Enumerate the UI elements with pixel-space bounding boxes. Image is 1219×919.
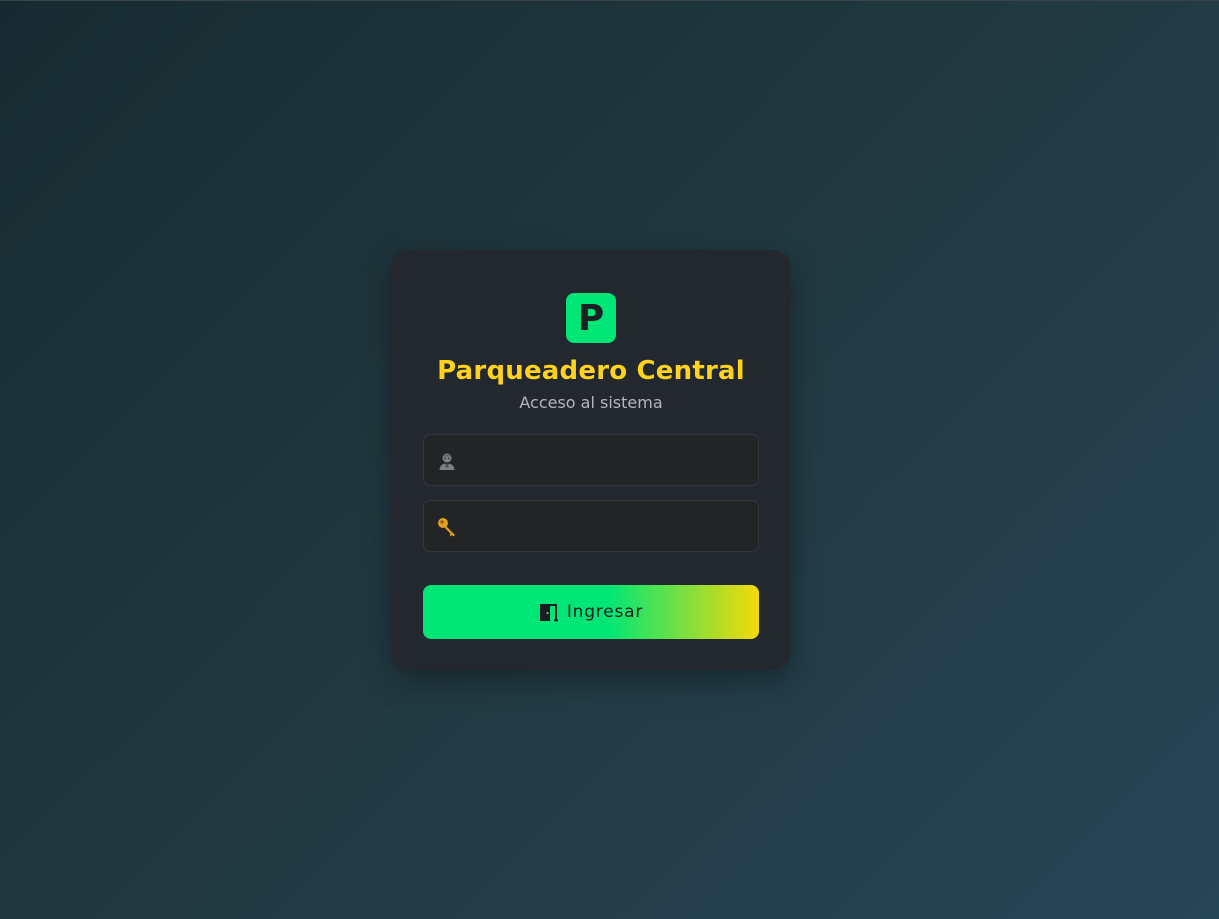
window-top-border	[0, 0, 1219, 1]
password-input[interactable]	[470, 501, 750, 551]
door-icon	[539, 602, 559, 622]
page-subtitle: Acceso al sistema	[519, 393, 663, 412]
page-title: Parqueadero Central	[437, 356, 745, 386]
login-button-label: Ingresar	[566, 602, 644, 622]
logo-letter: P	[577, 297, 605, 339]
parking-logo-icon: P	[566, 293, 616, 343]
login-card: P Parqueadero Central Acceso al sistema	[391, 250, 791, 670]
username-input[interactable]	[470, 435, 750, 485]
user-icon	[436, 450, 458, 472]
password-field[interactable]	[423, 500, 759, 552]
key-icon	[436, 516, 458, 538]
username-field[interactable]	[423, 434, 759, 486]
login-button[interactable]: Ingresar	[423, 585, 759, 639]
